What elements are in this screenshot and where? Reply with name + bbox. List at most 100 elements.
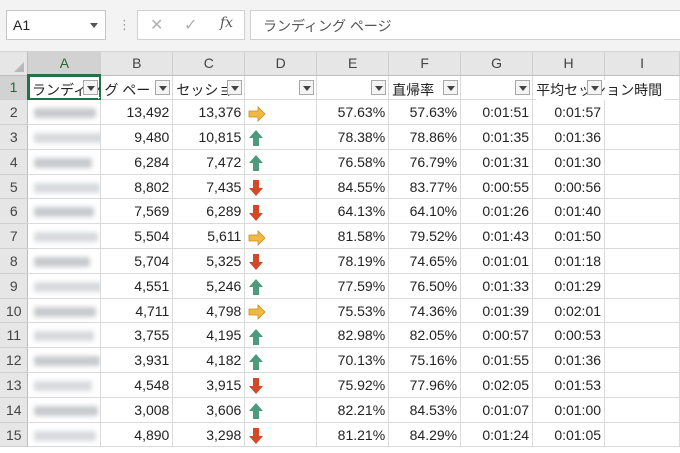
cell-c[interactable]: 7,472 xyxy=(172,149,246,175)
filter-dropdown-icon[interactable] xyxy=(515,79,531,95)
filter-dropdown-icon[interactable] xyxy=(371,79,387,95)
cell-g[interactable]: 0:01:07 xyxy=(460,397,534,423)
cell-f[interactable]: 82.05% xyxy=(388,322,462,349)
cell-g[interactable]: 0:01:39 xyxy=(460,298,534,324)
select-all-corner[interactable] xyxy=(0,52,29,76)
column-header-a[interactable]: A xyxy=(27,52,102,76)
cell-h[interactable]: 0:02:01 xyxy=(532,298,606,324)
cell-i[interactable] xyxy=(604,397,680,423)
cell-d1[interactable] xyxy=(244,75,318,101)
cell-e[interactable]: 82.21% xyxy=(316,397,390,423)
cell-f[interactable]: 79.52% xyxy=(388,223,462,250)
cell-c[interactable]: 4,182 xyxy=(172,347,246,374)
cell-c[interactable]: 13,376 xyxy=(172,99,246,126)
cell-i[interactable] xyxy=(604,124,680,150)
cell-c[interactable]: 7,435 xyxy=(172,174,246,200)
cell-d[interactable] xyxy=(244,347,318,374)
cell-i[interactable] xyxy=(604,347,680,374)
cell-g1[interactable] xyxy=(460,75,534,101)
cancel-icon[interactable]: ✕ xyxy=(150,15,163,35)
cell-h[interactable]: 0:01:36 xyxy=(532,347,606,374)
cell-h[interactable]: 0:01:57 xyxy=(532,99,606,126)
cell-d[interactable] xyxy=(244,298,318,324)
cell-f[interactable]: 76.79% xyxy=(388,149,462,175)
cell-c[interactable]: 4,195 xyxy=(172,322,246,349)
cell-h[interactable]: 0:01:50 xyxy=(532,223,606,250)
cell-b1[interactable]: グ ペー xyxy=(100,75,174,101)
row-header[interactable]: 14 xyxy=(0,397,29,423)
cell-i[interactable] xyxy=(604,149,680,175)
cell-h[interactable]: 0:01:30 xyxy=(532,149,606,175)
cell-g[interactable]: 0:00:57 xyxy=(460,322,534,349)
cell-e[interactable]: 77.59% xyxy=(316,273,390,299)
cell-e[interactable]: 64.13% xyxy=(316,198,390,225)
cell-f[interactable]: 77.96% xyxy=(388,372,462,398)
cell-landing-page-redacted[interactable] xyxy=(27,198,102,225)
cell-h[interactable]: 0:01:18 xyxy=(532,248,606,274)
cell-i[interactable] xyxy=(604,273,680,299)
cell-landing-page-redacted[interactable] xyxy=(27,372,102,398)
enter-icon[interactable]: ✓ xyxy=(184,15,197,35)
cell-i[interactable] xyxy=(604,99,680,126)
filter-dropdown-icon[interactable] xyxy=(227,79,243,95)
cell-g[interactable]: 0:00:55 xyxy=(460,174,534,200)
cell-e[interactable]: 81.58% xyxy=(316,223,390,250)
cell-g[interactable]: 0:01:24 xyxy=(460,422,534,448)
column-header-c[interactable]: C xyxy=(172,52,246,76)
cell-b[interactable]: 5,704 xyxy=(100,248,174,274)
cell-landing-page-redacted[interactable] xyxy=(27,99,102,126)
cell-f[interactable]: 78.86% xyxy=(388,124,462,150)
cell-b[interactable]: 5,504 xyxy=(100,223,174,250)
row-header[interactable]: 5 xyxy=(0,174,29,200)
select-all-icon[interactable] xyxy=(14,61,25,72)
column-header-d[interactable]: D xyxy=(244,52,318,76)
cell-e[interactable]: 84.55% xyxy=(316,174,390,200)
cell-c1[interactable]: セッショ xyxy=(172,75,246,101)
cell-b[interactable]: 6,284 xyxy=(100,149,174,175)
cell-g[interactable]: 0:01:51 xyxy=(460,99,534,126)
cell-e[interactable]: 70.13% xyxy=(316,347,390,374)
row-header[interactable]: 8 xyxy=(0,248,29,274)
cell-i[interactable] xyxy=(604,174,680,200)
cell-d[interactable] xyxy=(244,99,318,126)
cell-b[interactable]: 4,890 xyxy=(100,422,174,448)
cell-h[interactable]: 0:01:53 xyxy=(532,372,606,398)
column-header-h[interactable]: H xyxy=(532,52,606,76)
row-header[interactable]: 15 xyxy=(0,422,29,448)
cell-e[interactable]: 81.21% xyxy=(316,422,390,448)
cell-c[interactable]: 10,815 xyxy=(172,124,246,150)
column-header-f[interactable]: F xyxy=(388,52,462,76)
name-box[interactable]: A1 xyxy=(6,10,106,40)
column-header-g[interactable]: G xyxy=(460,52,534,76)
cell-c[interactable]: 5,246 xyxy=(172,273,246,299)
cell-d[interactable] xyxy=(244,322,318,349)
cell-d[interactable] xyxy=(244,397,318,423)
row-header[interactable]: 6 xyxy=(0,198,29,225)
cell-landing-page-redacted[interactable] xyxy=(27,223,102,250)
cell-h[interactable]: 0:01:40 xyxy=(532,198,606,225)
filter-dropdown-icon[interactable] xyxy=(443,79,459,95)
row-header[interactable]: 7 xyxy=(0,223,29,250)
filter-dropdown-icon[interactable] xyxy=(83,80,99,95)
cell-i[interactable] xyxy=(604,422,680,448)
filter-dropdown-icon[interactable] xyxy=(587,79,603,95)
cell-landing-page-redacted[interactable] xyxy=(27,347,102,374)
cell-b[interactable]: 3,755 xyxy=(100,322,174,349)
cell-i[interactable] xyxy=(604,198,680,225)
cell-d[interactable] xyxy=(244,149,318,175)
cell-b[interactable]: 13,492 xyxy=(100,99,174,126)
cell-h[interactable]: 0:01:29 xyxy=(532,273,606,299)
cell-g[interactable]: 0:01:33 xyxy=(460,273,534,299)
cell-f[interactable]: 74.36% xyxy=(388,298,462,324)
row-header[interactable]: 4 xyxy=(0,149,29,175)
cell-h1[interactable]: 平均セッション時間 xyxy=(532,75,665,101)
cell-e[interactable]: 75.92% xyxy=(316,372,390,398)
fill-handle[interactable] xyxy=(98,97,100,99)
cell-h[interactable]: 0:01:00 xyxy=(532,397,606,423)
cell-a1[interactable]: ランディング ページ xyxy=(27,75,102,101)
cell-f1[interactable]: 直帰率 xyxy=(388,75,462,101)
cell-h[interactable]: 0:01:05 xyxy=(532,422,606,448)
cell-d[interactable] xyxy=(244,198,318,225)
row-header[interactable]: 10 xyxy=(0,298,29,324)
cell-i[interactable] xyxy=(604,322,680,349)
